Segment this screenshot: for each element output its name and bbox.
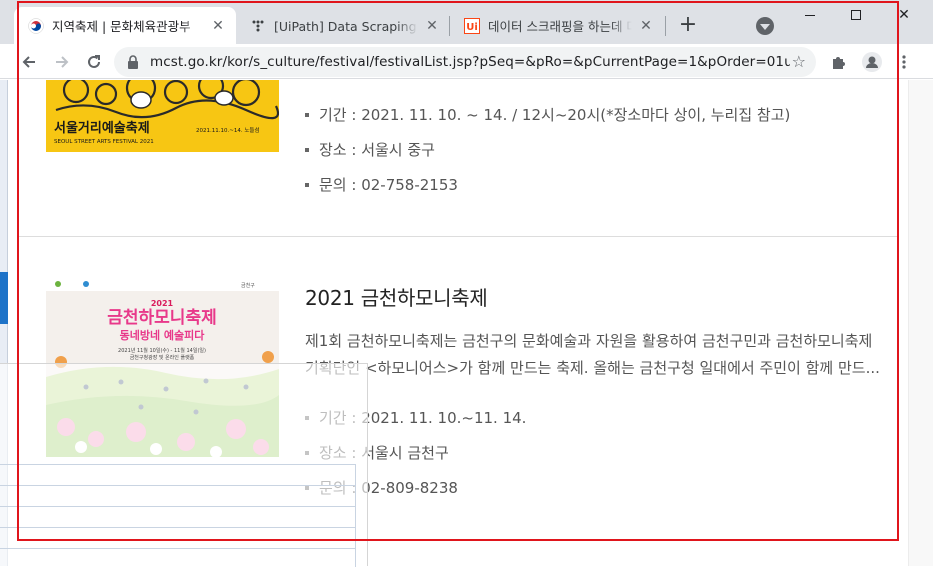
reload-button[interactable] <box>81 49 107 75</box>
festival-1-period: 기간 : 2021. 11. 10. ~ 14. / 12시~20시(*장소마다… <box>305 104 790 125</box>
close-icon[interactable]: ✕ <box>210 18 226 34</box>
svg-text:금천구: 금천구 <box>241 282 255 289</box>
poster-place-text: 금천구청광장 및 온라인 플랫폼 <box>130 354 195 361</box>
poster-year-text: 2021 <box>151 299 174 308</box>
profile-button[interactable] <box>859 49 885 75</box>
back-button[interactable] <box>16 49 42 75</box>
festival-1-contact: 문의 : 02-758-2153 <box>305 174 458 195</box>
poster-subtitle-text: SEOUL STREET ARTS FESTIVAL 2021 <box>54 139 154 145</box>
puzzle-icon <box>833 57 845 69</box>
tab-search-icon[interactable] <box>756 17 774 35</box>
tab-title: [UiPath] Data Scraping 여러 <box>274 19 418 34</box>
tab-title: 지역축제 | 문화체육관광부 <box>52 19 191 34</box>
arrow-left-icon <box>22 56 35 68</box>
background-window-accent <box>0 272 8 324</box>
poster-date-text: 2021년 11월 10일(수) - 11월 14일(일) <box>118 347 206 354</box>
maximize-button[interactable] <box>836 4 876 26</box>
window-close-button[interactable]: ✕ <box>884 4 924 26</box>
period-text: 기간 : 2021. 11. 10. ~ 14. / 12시~20시(*장소마다… <box>319 106 791 124</box>
tab-title: 데이터 스크래핑을 하는데 다 <box>488 19 632 34</box>
minimize-button[interactable] <box>790 4 830 26</box>
ghost-grid-line <box>0 464 355 465</box>
tab-separator <box>665 16 666 36</box>
festival-title[interactable]: 2021 금천하모니축제 <box>305 282 488 311</box>
bullet-icon <box>305 182 309 187</box>
poster-subtitle-text: 동네방네 예술피다 <box>120 328 206 342</box>
uipath-dots-icon <box>250 18 266 34</box>
place-text: 장소 : 서울시 중구 <box>319 141 435 159</box>
forward-button[interactable] <box>49 49 75 75</box>
new-tab-button[interactable]: + <box>676 14 700 38</box>
bookmark-star-icon[interactable]: ☆ <box>792 52 806 71</box>
tab-strip: 지역축제 | 문화체육관광부 ✕ [UiPath] Data Scraping … <box>0 0 933 44</box>
festival-description-line-2: 기획단인 <하모니어스>가 함께 만드는 축제. 올해는 금천구청 일대에서 주… <box>305 359 880 377</box>
ghost-grid-line <box>355 464 356 567</box>
url-text: mcst.go.kr/kor/s_culture/festival/festiv… <box>150 54 790 70</box>
ghost-grid-line <box>0 548 355 549</box>
overlapping-window-ghost <box>0 363 368 567</box>
reload-icon <box>88 55 100 68</box>
maximize-icon <box>851 10 861 20</box>
poster-title-text: 금천하모니축제 <box>107 308 216 328</box>
list-divider <box>18 236 898 237</box>
address-bar[interactable]: mcst.go.kr/kor/s_culture/festival/festiv… <box>114 47 816 77</box>
tab-data-scraping-question[interactable]: Ui 데이터 스크래핑을 하는데 다 ✕ <box>450 7 664 44</box>
avatar-icon <box>862 52 882 72</box>
vertical-scrollbar[interactable] <box>908 80 933 566</box>
ghost-grid-line <box>0 485 355 486</box>
menu-button[interactable] <box>891 49 917 75</box>
browser-toolbar: mcst.go.kr/kor/s_culture/festival/festiv… <box>0 44 933 79</box>
festival-description-line-1: 제1회 금천하모니축제는 금천구의 문화예술과 자원을 활용하여 금천구민과 금… <box>305 332 873 350</box>
close-icon[interactable]: ✕ <box>638 18 654 34</box>
poster-date-text: 2021.11.10.~14. 노들섬 <box>196 126 260 134</box>
svg-text:Ui: Ui <box>466 22 478 33</box>
ghost-grid-line <box>0 506 355 507</box>
extensions-button[interactable] <box>826 49 852 75</box>
korea-taegeuk-icon <box>28 17 44 34</box>
close-icon[interactable]: ✕ <box>424 18 440 34</box>
lock-icon <box>126 55 140 69</box>
tab-festival[interactable]: 지역축제 | 문화체육관광부 ✕ <box>14 7 236 44</box>
contact-text: 문의 : 02-758-2153 <box>319 176 458 194</box>
festival-1-place: 장소 : 서울시 중구 <box>305 139 435 160</box>
ghost-grid-line <box>0 527 355 528</box>
poster-title-text: 서울거리예술축제 <box>54 120 150 136</box>
arrow-right-icon <box>56 56 69 68</box>
bullet-icon <box>305 147 309 152</box>
kebab-menu-icon <box>902 55 906 69</box>
festival-poster-seoul-street-arts[interactable]: 서울거리예술축제 SEOUL STREET ARTS FESTIVAL 2021… <box>46 80 279 152</box>
minimize-icon <box>805 14 815 16</box>
uipath-ui-icon: Ui <box>464 17 480 34</box>
bullet-icon <box>305 112 309 117</box>
browser-window: 지역축제 | 문화체육관광부 ✕ [UiPath] Data Scraping … <box>0 0 933 567</box>
tab-uipath-data-scraping[interactable]: [UiPath] Data Scraping 여러 ✕ <box>236 7 450 44</box>
close-icon: ✕ <box>898 7 910 23</box>
